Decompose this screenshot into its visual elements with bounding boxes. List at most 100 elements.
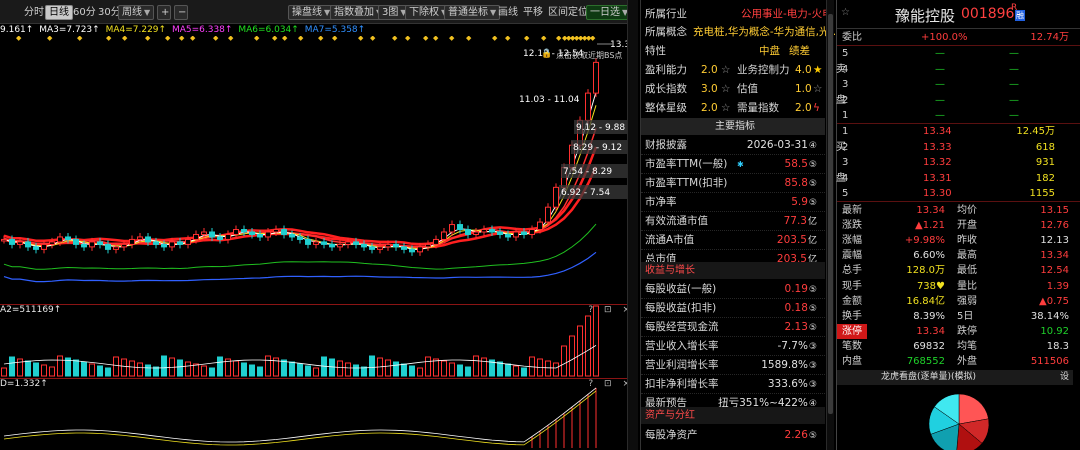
sell-level-2[interactable]: 2 盘 — — [836, 93, 1073, 109]
level-price: — [935, 95, 945, 106]
star-outline-icon: ☆ [721, 83, 731, 95]
level-volume: — [1009, 79, 1019, 90]
main-index-header[interactable]: 主要指标 [641, 118, 825, 135]
stat-label: 最新 [842, 205, 862, 216]
level-volume: 618 [1035, 142, 1055, 153]
period-weekly[interactable]: 周线 ▼ [118, 5, 155, 20]
volume-bar [9, 356, 15, 377]
level-number: 1 [842, 110, 849, 121]
indicator-chart[interactable] [0, 378, 627, 450]
price-chart[interactable]: ◆ ◆ ◆ ◆ ◆ ◆ ◆ ◆ ◆ ◆ ◆ ◆ ◆ ◆ ◆ ◆ ◆ ◆ ◆ ◆ ◆ ◆ ◆ ◆ ◆ ◆ ◆ ◆ ◆ ◆ ◆◆◆◆◆◆◆◆12… [0, 36, 627, 304]
star-outline-icon[interactable]: ☆ [841, 7, 850, 18]
volume-bar [289, 361, 295, 377]
volume-chart[interactable] [0, 304, 627, 378]
stat-label: 5日 [957, 310, 974, 322]
volume-bar [121, 358, 127, 377]
volume-bar [337, 360, 343, 377]
star-outline-icon: ☆ [721, 64, 731, 76]
info-value-text: 333.6% [767, 378, 808, 390]
volume-bar [393, 361, 399, 377]
candle-body [489, 229, 495, 233]
candle-body [361, 243, 367, 248]
level-number: 3 [842, 157, 849, 168]
stat-value: 511506 [1030, 356, 1069, 367]
lock-icon: 🔒 [541, 48, 552, 59]
trait-value-size: 中盘 [759, 45, 780, 57]
buy-level-2[interactable]: 2 买 13.33 618 [836, 140, 1073, 156]
zoom-out-button[interactable]: − [174, 5, 188, 20]
info-value: 5.9⑤ [791, 193, 817, 213]
candle-body [473, 231, 479, 235]
info-mark: 亿 [807, 217, 817, 227]
tool-daily-select[interactable]: 一日选 ▼ [586, 5, 633, 20]
volume-bar [385, 359, 391, 377]
settings-button[interactable]: 设 [1060, 370, 1069, 385]
scrollbar-thumb[interactable] [828, 14, 833, 414]
period-intraday[interactable]: 分时 [20, 5, 48, 20]
volume-bar [97, 365, 103, 377]
candle-body [441, 231, 447, 240]
volume-bar [577, 325, 583, 377]
buy-level-4[interactable]: 4 盘 13.31 182 [836, 171, 1073, 187]
candle-body [249, 231, 255, 235]
volume-bar [33, 362, 39, 377]
chart-scrollbar[interactable] [627, 0, 638, 450]
stat-label: 均笔 [957, 340, 977, 352]
candle-body [137, 236, 143, 240]
info-value: 1589.8%③ [761, 356, 817, 376]
tool-daily-select-label: 一日选 [590, 7, 620, 18]
volume-bar [129, 360, 135, 377]
industry-value[interactable]: 公用事业-电力-火电 [741, 5, 833, 24]
price-range-label: 11.03 - 11.04 [519, 95, 580, 105]
volume-bar [57, 355, 63, 377]
info-label: 每股收益(扣非) [645, 302, 717, 314]
stat-label: 涨幅 [842, 235, 862, 247]
stat-row: 内盘 768552 外盘 511506 [837, 354, 1073, 370]
tool-range-locate[interactable]: 区间定位 [544, 5, 592, 20]
tool-operation-line[interactable]: 操盘线 ▼ [288, 5, 335, 20]
stat-value: 6.60% [913, 250, 945, 262]
info-scrollbar[interactable] [826, 0, 834, 450]
info-label: 市净率 [645, 196, 677, 208]
stat-row: 总手 128.0万 最低 12.54 [837, 263, 1073, 279]
stock-title-bar: ☆ 豫能控股 001896 R 融 [837, 0, 1080, 29]
stat-label: 内盘 [842, 356, 862, 367]
buy-level-3[interactable]: 3 13.32 931 [837, 155, 1073, 171]
buy-level-5[interactable]: 5 13.30 1155 [837, 186, 1073, 202]
stat-label: 最高 [957, 250, 977, 262]
candle-body [393, 243, 399, 248]
info-label: 有效流通市值 [645, 215, 708, 227]
candle-body [145, 236, 151, 243]
tool-coordinate[interactable]: 普通坐标 ▼ [444, 5, 501, 20]
level-price: — [935, 64, 945, 75]
sell-level-4[interactable]: 4 卖 — — [836, 62, 1073, 78]
divider [837, 201, 1080, 202]
ma-value: MA3=7.723↑ [39, 25, 100, 35]
candle-body [241, 229, 247, 233]
tool-draw-line[interactable]: 画线 [494, 5, 522, 20]
candle-body [337, 243, 343, 248]
zoom-in-button[interactable]: + [157, 5, 171, 20]
sell-level-3[interactable]: 3 — — [837, 77, 1073, 93]
chart-pane[interactable]: 分时 日线 60分 30分 周线▼ + − 操盘线▼ 指数叠加▼ 3图▼ 下除权… [0, 0, 638, 450]
sell-level-1[interactable]: 1 — — [837, 108, 1073, 124]
candle-body [321, 241, 327, 245]
star-outline-icon: ☆ [721, 102, 731, 114]
ma-line [3, 146, 598, 246]
concept-value[interactable]: 充电桩,华为概念-华为通信,光... [693, 23, 839, 42]
volume-bar [345, 362, 351, 377]
signal-marker: ◆ [165, 36, 171, 42]
star-filled-icon: ★ [813, 64, 823, 76]
price-range-label: 6.92 - 7.54 [561, 188, 610, 198]
sell-level-5[interactable]: 5 — — [837, 46, 1073, 62]
tool-pan[interactable]: 平移 [519, 5, 547, 20]
buy-level-1[interactable]: 1 13.34 12.45万 [837, 124, 1073, 140]
level-price: 13.33 [923, 142, 952, 153]
candle-body [201, 231, 207, 235]
ma-line [3, 251, 597, 283]
candle-body [289, 233, 295, 238]
candle-body [217, 236, 223, 240]
candle-body [161, 243, 167, 248]
stat-value: 13.34 [916, 325, 945, 337]
level-volume: 12.45万 [1016, 126, 1055, 137]
